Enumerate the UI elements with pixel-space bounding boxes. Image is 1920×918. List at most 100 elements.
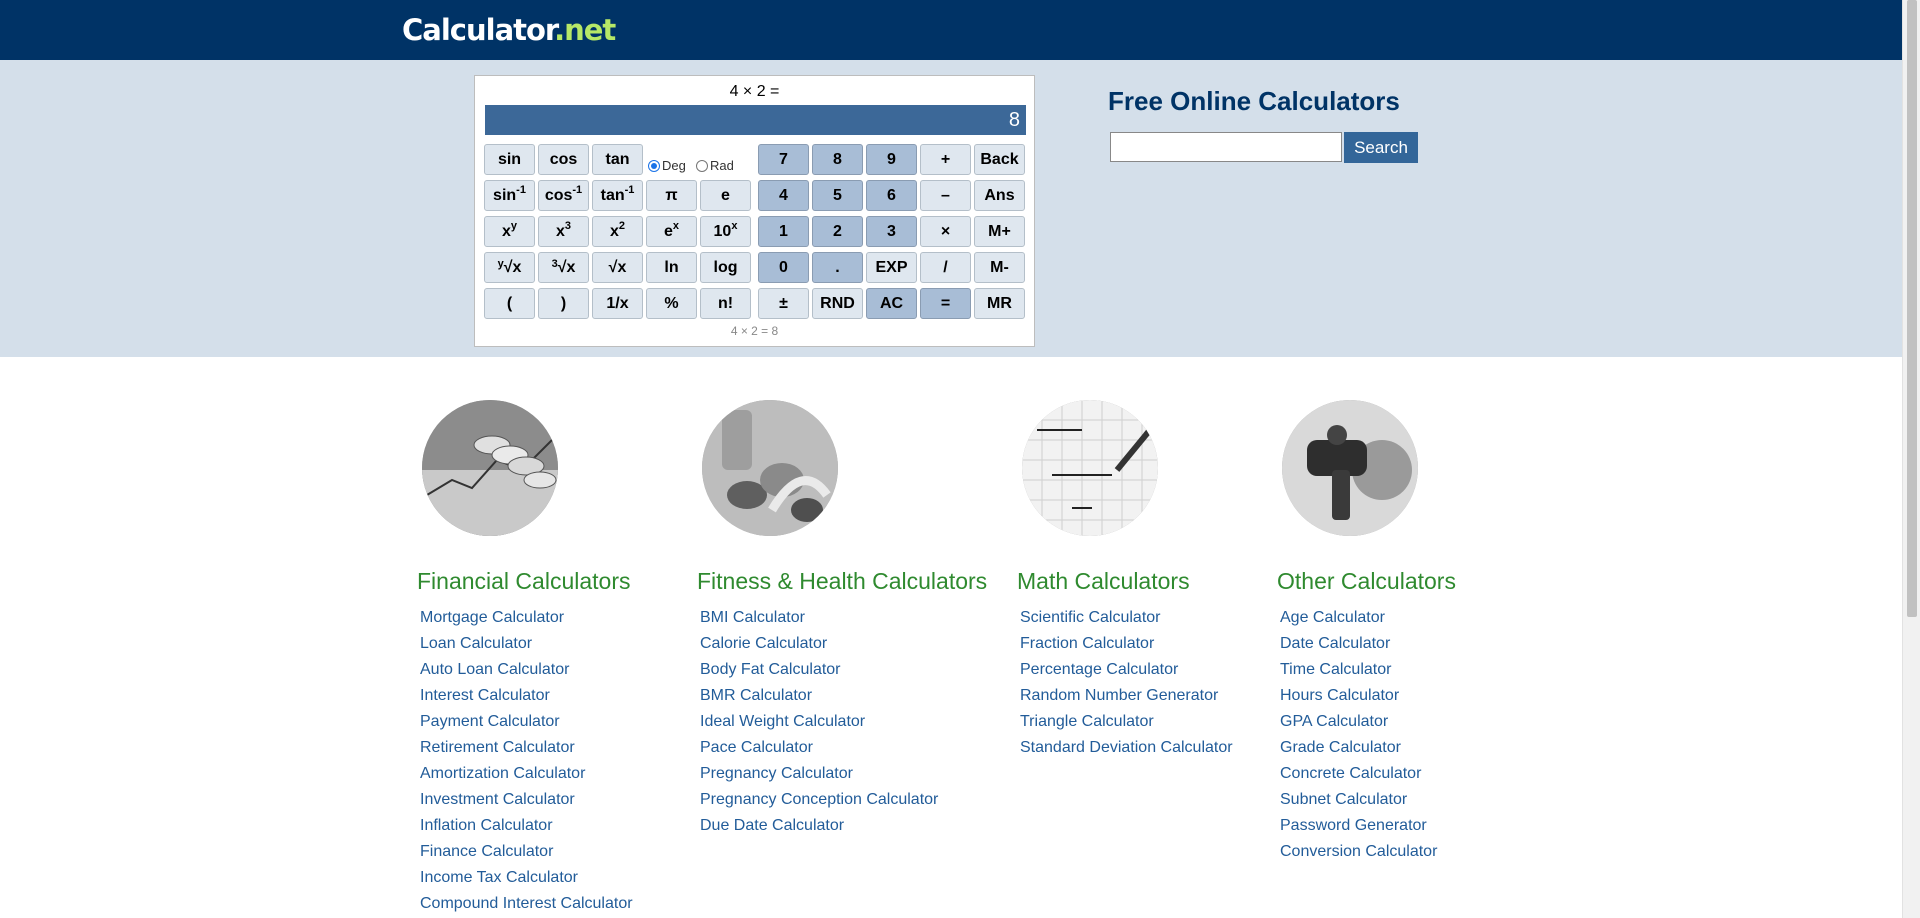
calculator-link[interactable]: Pace Calculator [700,735,938,761]
key-factorial[interactable]: n! [700,288,751,319]
key-equals[interactable]: = [920,288,971,319]
calculator-link[interactable]: Auto Loan Calculator [420,657,633,683]
deg-radio[interactable]: Deg [648,158,686,173]
key-ans[interactable]: Ans [974,180,1025,211]
key-7[interactable]: 7 [758,144,809,175]
calculator-link[interactable]: GPA Calculator [1280,709,1437,735]
calculator-link[interactable]: Pregnancy Conception Calculator [700,787,938,813]
key-5[interactable]: 5 [812,180,863,211]
math-paper-image[interactable] [1022,400,1158,536]
key-2[interactable]: 2 [812,216,863,247]
key-cube[interactable]: x3 [538,216,589,247]
key-asin[interactable]: sin-1 [484,180,535,211]
key-left-paren[interactable]: ( [484,288,535,319]
key-8[interactable]: 8 [812,144,863,175]
calculator-link[interactable]: Standard Deviation Calculator [1020,735,1233,761]
category-title[interactable]: Math Calculators [1017,568,1190,595]
calculator-link[interactable]: Random Number Generator [1020,683,1233,709]
key-times[interactable]: × [920,216,971,247]
calculator-link[interactable]: Percentage Calculator [1020,657,1233,683]
key-percent[interactable]: % [646,288,697,319]
calculator-link[interactable]: Due Date Calculator [700,813,938,839]
coins-chart-image[interactable] [422,400,558,536]
rad-radio[interactable]: Rad [696,158,734,173]
calculator-link[interactable]: BMI Calculator [700,605,938,631]
key-all-clear[interactable]: AC [866,288,917,319]
fuel-pump-image[interactable] [1282,400,1418,536]
key-4[interactable]: 4 [758,180,809,211]
key-plus-minus[interactable]: ± [758,288,809,319]
key-1[interactable]: 1 [758,216,809,247]
fitness-food-image[interactable] [702,400,838,536]
key-log[interactable]: log [700,252,751,283]
key-sqrt[interactable]: √x [592,252,643,283]
calculator-link[interactable]: Age Calculator [1280,605,1437,631]
calculator-link[interactable]: Grade Calculator [1280,735,1437,761]
key-3[interactable]: 3 [866,216,917,247]
key-divide[interactable]: / [920,252,971,283]
key-memory-plus[interactable]: M+ [974,216,1025,247]
calculator-link[interactable]: Income Tax Calculator [420,865,633,891]
vertical-scrollbar[interactable] [1902,0,1920,918]
key-cube-root[interactable]: 3√x [538,252,589,283]
calculator-link[interactable]: Investment Calculator [420,787,633,813]
calculator-link[interactable]: Conversion Calculator [1280,839,1437,865]
calculator-link[interactable]: Interest Calculator [420,683,633,709]
search-button[interactable]: Search [1344,132,1418,163]
key-acos[interactable]: cos-1 [538,180,589,211]
calculator-link[interactable]: Fraction Calculator [1020,631,1233,657]
calculator-link[interactable]: Mortgage Calculator [420,605,633,631]
key-ln[interactable]: ln [646,252,697,283]
site-logo[interactable]: Calculator.net [402,11,616,49]
calculator-link[interactable]: Ideal Weight Calculator [700,709,938,735]
key-exp-e[interactable]: ex [646,216,697,247]
calculator-link[interactable]: Concrete Calculator [1280,761,1437,787]
key-pi[interactable]: π [646,180,697,211]
calculator-link[interactable]: BMR Calculator [700,683,938,709]
key-power[interactable]: xy [484,216,535,247]
calculator-link[interactable]: Subnet Calculator [1280,787,1437,813]
key-6[interactable]: 6 [866,180,917,211]
key-atan[interactable]: tan-1 [592,180,643,211]
calculator-link[interactable]: Loan Calculator [420,631,633,657]
key-random[interactable]: RND [812,288,863,319]
key-back[interactable]: Back [974,144,1025,175]
calculator-link[interactable]: Payment Calculator [420,709,633,735]
calculator-link[interactable]: Hours Calculator [1280,683,1437,709]
calculator-link[interactable]: Scientific Calculator [1020,605,1233,631]
key-memory-minus[interactable]: M- [974,252,1025,283]
key-ten-power[interactable]: 10x [700,216,751,247]
key-sin[interactable]: sin [484,144,535,175]
key-decimal[interactable]: . [812,252,863,283]
category-title[interactable]: Fitness & Health Calculators [697,568,987,595]
calculator-link[interactable]: Password Generator [1280,813,1437,839]
key-9[interactable]: 9 [866,144,917,175]
calculator-link[interactable]: Amortization Calculator [420,761,633,787]
calculator-link[interactable]: Body Fat Calculator [700,657,938,683]
calculator-link[interactable]: Inflation Calculator [420,813,633,839]
calculator-link[interactable]: Compound Interest Calculator [420,891,633,917]
key-right-paren[interactable]: ) [538,288,589,319]
key-0[interactable]: 0 [758,252,809,283]
key-yroot[interactable]: y√x [484,252,535,283]
search-input[interactable] [1110,132,1342,162]
scrollbar-thumb[interactable] [1907,0,1917,617]
key-tan[interactable]: tan [592,144,643,175]
category-title[interactable]: Other Calculators [1277,568,1456,595]
key-e[interactable]: e [700,180,751,211]
calculator-link[interactable]: Pregnancy Calculator [700,761,938,787]
calculator-link[interactable]: Retirement Calculator [420,735,633,761]
calculator-link[interactable]: Finance Calculator [420,839,633,865]
calculator-link[interactable]: Triangle Calculator [1020,709,1233,735]
key-cos[interactable]: cos [538,144,589,175]
key-exp[interactable]: EXP [866,252,917,283]
key-reciprocal[interactable]: 1/x [592,288,643,319]
calculator-link[interactable]: Time Calculator [1280,657,1437,683]
calculator-link[interactable]: Calorie Calculator [700,631,938,657]
calculator-link[interactable]: Date Calculator [1280,631,1437,657]
key-square[interactable]: x2 [592,216,643,247]
key-memory-recall[interactable]: MR [974,288,1025,319]
key-minus[interactable]: – [920,180,971,211]
category-title[interactable]: Financial Calculators [417,568,630,595]
key-plus[interactable]: + [920,144,971,175]
